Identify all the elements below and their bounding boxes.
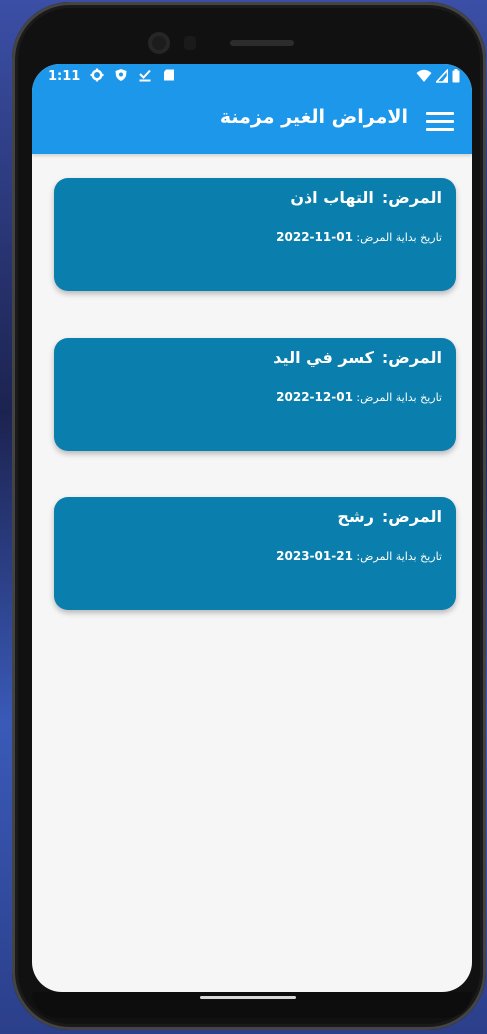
disease-name: كسر في اليد: [273, 348, 374, 367]
wifi-icon: [416, 69, 432, 82]
start-date-label: تاريخ بداية المرض:: [356, 231, 442, 244]
disease-name-line: المرض: كسر في اليد: [273, 348, 442, 367]
sd-card-icon: [164, 69, 174, 81]
proximity-sensor: [184, 36, 196, 50]
start-date-value: 01-12-2022: [276, 390, 353, 404]
disease-name: رشح: [337, 507, 374, 526]
disease-label: المرض:: [381, 188, 442, 207]
app-bar: الامراض الغير مزمنة: [32, 90, 472, 154]
earpiece-speaker: [230, 40, 294, 46]
gear-icon: [90, 68, 104, 82]
download-done-icon: [139, 69, 151, 82]
start-date-value: 21-01-2023: [276, 549, 353, 563]
disease-label: المرض:: [381, 507, 442, 526]
phone-frame: 1:11 الامراض الغير مزمنة المرض:التهاب اذ…: [12, 2, 486, 1030]
menu-icon-bar: [426, 112, 454, 115]
phone-screen: 1:11 الامراض الغير مزمنة المرض:التهاب اذ…: [32, 64, 472, 992]
battery-icon: [452, 69, 460, 83]
start-date-line: تاريخ بداية المرض: 01-11-2022: [276, 230, 442, 244]
disease-label: المرض:: [381, 348, 442, 367]
status-time: 1:11: [48, 69, 81, 84]
start-date-value: 01-11-2022: [276, 230, 353, 244]
shield-icon: [115, 69, 127, 81]
page-title: الامراض الغير مزمنة: [219, 106, 408, 128]
start-date-label: تاريخ بداية المرض:: [356, 391, 442, 404]
menu-icon-bar: [426, 120, 454, 123]
menu-button[interactable]: [424, 110, 458, 136]
disease-name-line: المرض: التهاب اذن: [290, 188, 442, 207]
disease-card[interactable]: المرض: التهاب اذن تاريخ بداية المرض: 01-1…: [54, 178, 456, 291]
disease-card[interactable]: المرض: كسر في اليد تاريخ بداية المرض: 01-…: [54, 338, 456, 451]
status-system-icons: [416, 69, 460, 83]
start-date-line: تاريخ بداية المرض: 01-12-2022: [276, 390, 442, 404]
start-date-line: تاريخ بداية المرض: 21-01-2023: [276, 549, 442, 563]
signal-icon: [436, 69, 448, 83]
disease-name: التهاب اذن: [290, 188, 374, 207]
status-notification-icons: [90, 68, 176, 82]
start-date-label: تاريخ بداية المرض:: [356, 550, 442, 563]
disease-card[interactable]: المرض: رشح تاريخ بداية المرض: 21-01-2023: [54, 497, 456, 610]
front-camera: [148, 32, 170, 54]
menu-icon-bar: [426, 128, 454, 131]
disease-name-line: المرض: رشح: [337, 507, 442, 526]
status-bar: 1:11: [32, 64, 472, 90]
gesture-nav-handle[interactable]: [200, 996, 296, 999]
